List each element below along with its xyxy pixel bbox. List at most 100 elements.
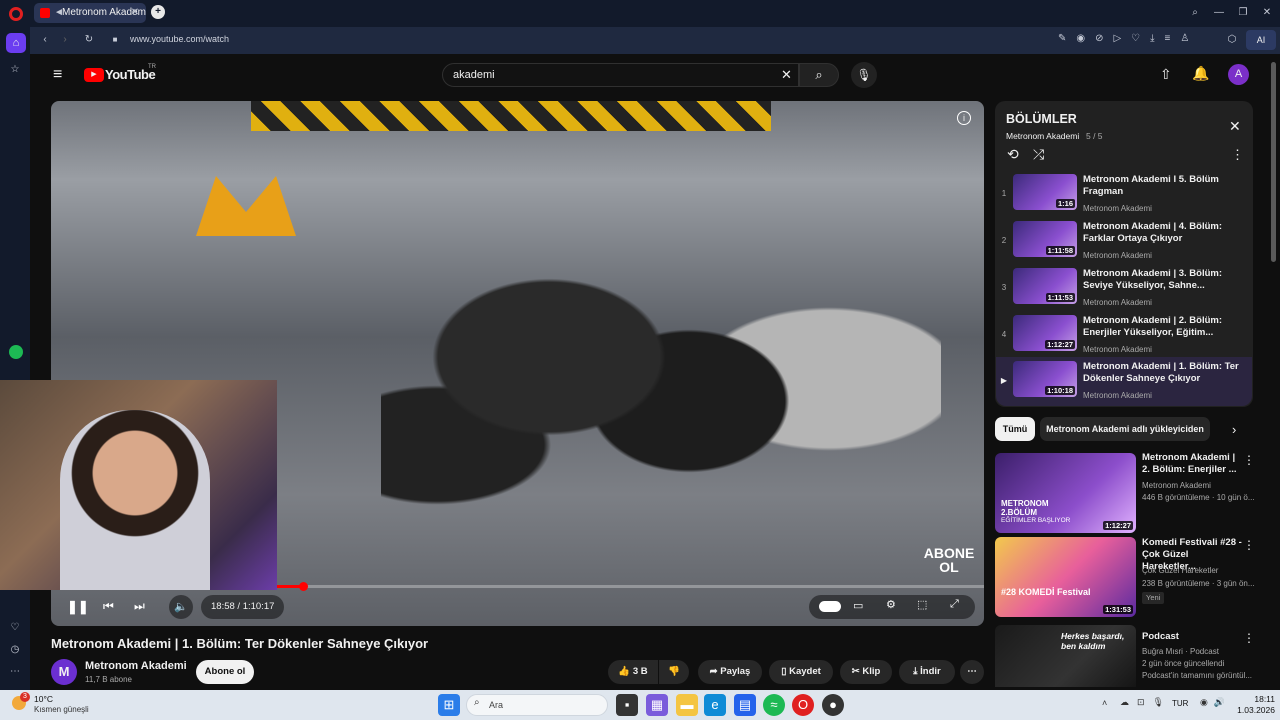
- subscribe-overlay[interactable]: ABONE OL: [919, 546, 979, 574]
- previous-button[interactable]: ⏮: [103, 599, 114, 614]
- browser-sidebar: ⌂ ☆ ♡ ◷ ⋯: [0, 27, 30, 690]
- subscribe-button[interactable]: Abone ol: [196, 660, 254, 684]
- upload-icon[interactable]: ⇧: [1160, 66, 1172, 83]
- shuffle-icon[interactable]: ⤮: [1033, 146, 1044, 163]
- spotify-taskbar-icon[interactable]: ≈: [763, 694, 785, 716]
- pause-button[interactable]: ❚❚: [67, 599, 89, 615]
- history-icon[interactable]: ◷: [8, 643, 22, 657]
- extension-icon[interactable]: ⬡: [1225, 33, 1239, 47]
- file-explorer-icon[interactable]: ▬: [676, 694, 698, 716]
- minimize-icon[interactable]: —: [1212, 6, 1226, 20]
- menu-icon[interactable]: ≡: [53, 66, 62, 84]
- more-actions-button[interactable]: ⋯: [960, 660, 984, 684]
- autoplay-toggle[interactable]: [819, 601, 841, 612]
- more-icon[interactable]: ⋯: [8, 665, 22, 679]
- more-icon: ⋯: [967, 666, 977, 677]
- volume-button[interactable]: 🔈: [169, 595, 193, 619]
- save-button[interactable]: ▯ Kaydet: [769, 660, 833, 684]
- playlist-thumbnail: 1:11:58: [1013, 221, 1077, 257]
- clear-search-icon[interactable]: ✕: [781, 67, 792, 83]
- loop-icon[interactable]: ⟲: [1007, 146, 1019, 163]
- home-icon[interactable]: ⌂: [6, 33, 26, 53]
- rec-menu-icon[interactable]: ⋮: [1243, 453, 1255, 467]
- search-input[interactable]: akademi: [442, 63, 799, 87]
- channel-name[interactable]: Metronom Akademi: [85, 660, 187, 672]
- settings-icon[interactable]: ⚙: [886, 598, 896, 611]
- avatar[interactable]: A: [1228, 64, 1249, 85]
- url-field[interactable]: www.youtube.com/watch: [130, 34, 229, 44]
- tray-icons[interactable]: ☁⊡🎙: [1120, 697, 1172, 708]
- next-button[interactable]: ⏭: [134, 599, 145, 614]
- search-tabs-icon[interactable]: ⌕: [1188, 6, 1202, 20]
- reload-icon[interactable]: ↻: [82, 33, 96, 47]
- channel-avatar[interactable]: M: [51, 659, 77, 685]
- task-view-icon[interactable]: ▪: [616, 694, 638, 716]
- dislike-icon: 👎: [668, 666, 680, 677]
- new-tab-icon[interactable]: +: [151, 5, 165, 19]
- playlist-thumbnail: 1:11:53: [1013, 268, 1077, 304]
- like-icon: 👍: [618, 666, 633, 677]
- chevron-right-icon[interactable]: ›: [1232, 422, 1236, 437]
- app-taskbar-icon[interactable]: ●: [822, 694, 844, 716]
- rec-extra: Podcast'in tamamını görüntül...: [1142, 671, 1253, 680]
- download-button[interactable]: ⤓ İndir: [899, 660, 955, 684]
- youtube-play-icon: ▶: [84, 68, 104, 82]
- rec-title[interactable]: Metronom Akademi | 2. Bölüm: Enerjiler .…: [1142, 452, 1242, 476]
- search-icon: ⌕: [474, 697, 480, 708]
- share-icon: ➦: [709, 666, 721, 677]
- share-button[interactable]: ➦ Paylaş: [698, 660, 762, 684]
- store-icon[interactable]: ▤: [734, 694, 756, 716]
- rec-thumbnail[interactable]: #28 KOMEDİ Festival 1:31:53: [995, 537, 1136, 617]
- rec-menu-icon[interactable]: ⋮: [1243, 631, 1255, 645]
- clock-time[interactable]: 18:11: [1235, 694, 1275, 704]
- scrollbar[interactable]: [1271, 62, 1276, 262]
- playlist-close-icon[interactable]: ✕: [1229, 118, 1241, 135]
- close-window-icon[interactable]: ✕: [1260, 6, 1274, 20]
- speaker-icon[interactable]: ◄: [52, 6, 66, 20]
- star-icon[interactable]: ☆: [8, 63, 22, 77]
- rec-channel: Metronom Akademi: [1142, 481, 1211, 490]
- windows-taskbar: [0, 690, 1280, 720]
- weather-temp: 10°C: [34, 694, 53, 704]
- language-indicator[interactable]: TUR: [1172, 699, 1188, 708]
- clip-button[interactable]: ✂ Klip: [840, 660, 892, 684]
- playlist-thumbnail: 1:12:27: [1013, 315, 1077, 351]
- clock-date[interactable]: 1.03.2026: [1226, 705, 1275, 715]
- back-icon[interactable]: ‹: [38, 33, 52, 47]
- tab-close-icon[interactable]: ✕: [128, 6, 142, 20]
- playlist-menu-icon[interactable]: ⋮: [1231, 147, 1244, 163]
- taskbar-search[interactable]: Ara: [466, 694, 608, 716]
- progress-handle[interactable]: [298, 582, 308, 591]
- rec-thumbnail[interactable]: Herkes başardı, ben kaldım: [995, 625, 1136, 687]
- opera-taskbar-icon[interactable]: O: [792, 694, 814, 716]
- rec-menu-icon[interactable]: ⋮: [1243, 538, 1255, 552]
- weather-badge: 3: [20, 692, 30, 702]
- chip-all[interactable]: Tümü: [995, 417, 1035, 441]
- heart-icon[interactable]: ♡: [8, 621, 22, 635]
- rec-title[interactable]: Podcast: [1142, 631, 1242, 643]
- spotify-icon[interactable]: [9, 345, 23, 359]
- theater-mode-icon[interactable]: ⬚: [917, 598, 927, 611]
- info-icon[interactable]: i: [957, 111, 971, 125]
- like-button[interactable]: 👍 3 B: [608, 660, 658, 684]
- edge-icon[interactable]: e: [704, 694, 726, 716]
- maximize-icon[interactable]: ❐: [1236, 6, 1250, 20]
- rec-thumbnail[interactable]: METRONOM 2.BÖLÜM EĞİTİMLER BAŞLIYOR 1:12…: [995, 453, 1136, 533]
- ai-button[interactable]: AI: [1246, 30, 1276, 50]
- notifications-icon[interactable]: 🔔: [1192, 65, 1209, 82]
- forward-icon[interactable]: ›: [58, 33, 72, 47]
- windows-start-icon[interactable]: ⊞: [438, 694, 460, 716]
- tray-chevron-icon[interactable]: ˄: [1102, 698, 1107, 708]
- opera-logo-icon[interactable]: [9, 7, 23, 21]
- playlist-channel[interactable]: Metronom Akademi: [1006, 131, 1079, 141]
- subtitles-icon[interactable]: ▭: [853, 599, 863, 612]
- voice-search-button[interactable]: 🎙: [851, 62, 877, 88]
- search-button[interactable]: ⌕: [799, 63, 839, 87]
- chip-uploader[interactable]: Metronom Akademi adlı yükleyiciden: [1040, 417, 1210, 441]
- widgets-icon[interactable]: ▦: [646, 694, 668, 716]
- playlist-title: BÖLÜMLER: [1006, 112, 1077, 126]
- dislike-button[interactable]: 👎: [659, 660, 689, 684]
- new-badge: Yeni: [1142, 592, 1165, 604]
- webcam-person: [60, 410, 210, 590]
- fullscreen-icon[interactable]: ⤢: [950, 598, 959, 611]
